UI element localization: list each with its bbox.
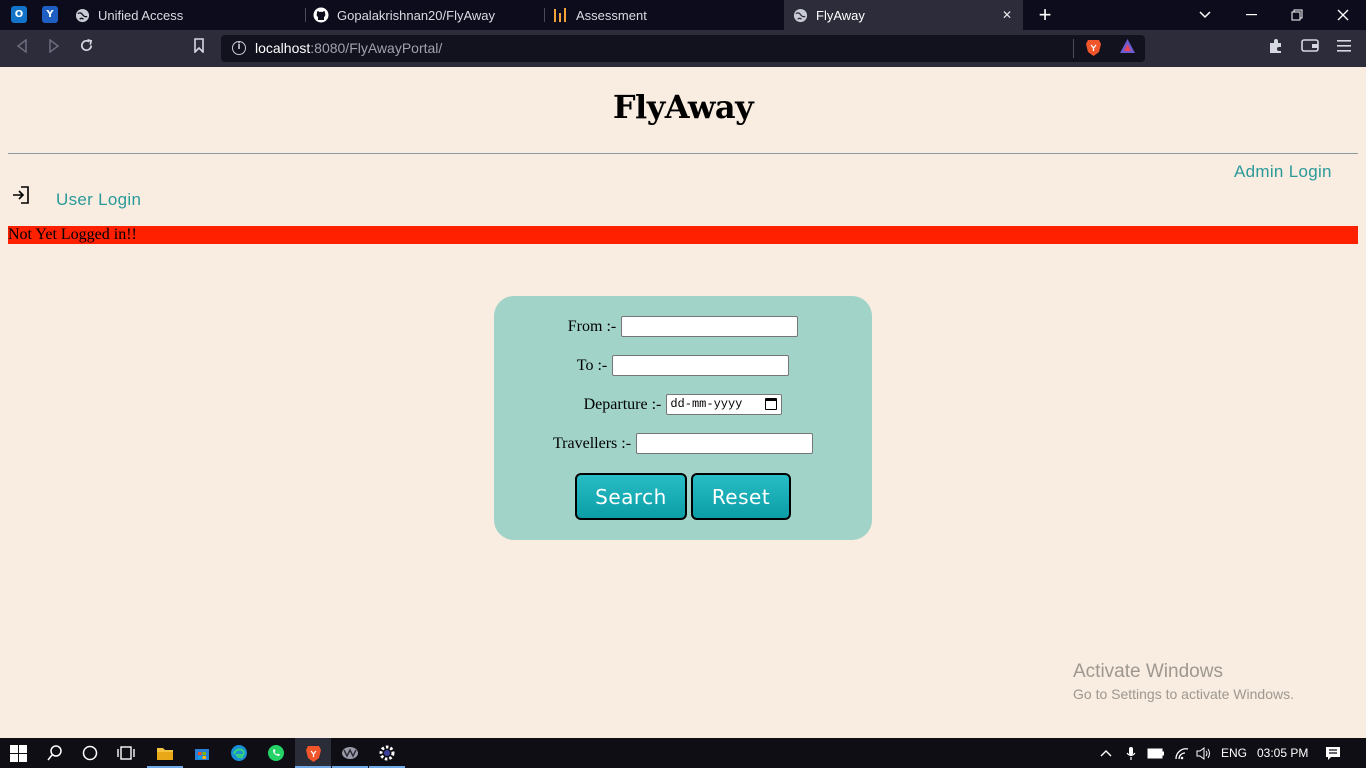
tab-separator <box>544 8 545 22</box>
cortana-icon[interactable] <box>80 743 100 763</box>
travellers-row: Travellers :- <box>494 433 872 454</box>
login-status-banner: Not Yet Logged in!! <box>8 226 1358 244</box>
close-tab-icon[interactable]: ✕ <box>999 7 1015 23</box>
url-divider <box>1073 39 1074 58</box>
admin-login-link[interactable]: Admin Login <box>1234 162 1332 182</box>
globe-icon <box>792 7 808 23</box>
brave-shields-icon[interactable] <box>1083 38 1103 58</box>
tab-title: Unified Access <box>98 7 184 23</box>
tab-search-chevron-down-icon[interactable] <box>1182 0 1228 30</box>
travellers-label: Travellers :- <box>552 434 632 452</box>
file-explorer-icon[interactable] <box>155 743 175 763</box>
close-window-button[interactable] <box>1320 0 1366 30</box>
brave-browser-icon[interactable] <box>303 743 323 763</box>
header-divider <box>8 153 1358 154</box>
watermark-subtitle: Go to Settings to activate Windows. <box>1073 686 1294 702</box>
departure-date-input[interactable]: dd-mm-yyyy <box>666 394 783 415</box>
to-label: To :- <box>576 356 608 374</box>
login-icon[interactable] <box>11 185 31 205</box>
search-button[interactable]: Search <box>575 473 687 520</box>
menu-icon[interactable] <box>1334 38 1354 58</box>
flight-search-form: From :- To :- Departure :- dd-mm-yyyy Tr… <box>494 296 872 540</box>
from-row: From :- <box>494 316 872 337</box>
yammer-icon[interactable]: Y <box>42 6 58 23</box>
tab-separator <box>305 8 306 22</box>
extensions-icon[interactable] <box>1266 38 1286 58</box>
tab-flyaway[interactable]: FlyAway ✕ <box>784 0 1023 30</box>
from-input[interactable] <box>621 316 799 337</box>
watermark-title: Activate Windows <box>1073 661 1223 682</box>
language-indicator[interactable]: ENG <box>1221 738 1247 768</box>
url-text[interactable]: localhost:8080/FlyAwayPortal/ <box>255 40 442 56</box>
tab-title: Assessment <box>576 7 647 23</box>
edge-icon[interactable] <box>229 743 249 763</box>
windows-start-icon[interactable] <box>8 743 28 763</box>
wallet-icon[interactable] <box>1300 38 1320 58</box>
forward-button[interactable] <box>44 38 64 58</box>
wifi-icon[interactable] <box>1174 738 1190 768</box>
browser-toolbar: i localhost:8080/FlyAwayPortal/ <box>0 30 1366 67</box>
tab-title: FlyAway <box>816 7 865 23</box>
eclipse-icon[interactable] <box>340 743 360 763</box>
clock[interactable]: 03:05 PM <box>1257 738 1308 768</box>
minimize-button[interactable] <box>1228 0 1274 30</box>
user-login-link[interactable]: User Login <box>56 190 141 210</box>
bookmark-icon[interactable] <box>189 38 209 58</box>
volume-icon[interactable] <box>1196 738 1212 768</box>
tray-chevron-up-icon[interactable] <box>1100 738 1112 768</box>
browser-tab-strip: O Y Unified Access Gopalakrishnan20/FlyA… <box>0 0 1366 30</box>
travellers-input[interactable] <box>636 433 814 454</box>
address-bar[interactable]: i localhost:8080/FlyAwayPortal/ <box>221 35 1145 62</box>
windows-taskbar: ENG 03:05 PM <box>0 738 1366 768</box>
to-input[interactable] <box>612 355 790 376</box>
github-icon <box>313 7 329 23</box>
search-icon[interactable] <box>45 743 65 763</box>
chart-icon <box>552 7 568 23</box>
tab-unified-access[interactable]: Unified Access <box>74 0 304 30</box>
outlook-icon[interactable]: O <box>11 6 27 23</box>
reload-button[interactable] <box>76 38 96 58</box>
activate-windows-watermark: Activate Windows Go to Settings to activ… <box>1073 661 1294 702</box>
notifications-icon[interactable] <box>1325 738 1341 768</box>
globe-icon <box>74 7 90 23</box>
new-tab-button[interactable]: + <box>1035 3 1055 27</box>
microphone-icon[interactable] <box>1126 738 1136 768</box>
to-row: To :- <box>494 355 872 376</box>
tab-title: Gopalakrishnan20/FlyAway <box>337 7 496 23</box>
date-placeholder: dd-mm-yyyy <box>670 397 743 411</box>
from-label: From :- <box>567 317 617 335</box>
departure-row: Departure :- dd-mm-yyyy <box>494 394 872 415</box>
whatsapp-icon[interactable] <box>266 743 286 763</box>
page-title: FlyAway <box>612 88 754 126</box>
battery-icon[interactable] <box>1147 738 1165 768</box>
restore-button[interactable] <box>1274 0 1320 30</box>
reset-button[interactable]: Reset <box>691 473 791 520</box>
tab-github[interactable]: Gopalakrishnan20/FlyAway <box>313 0 543 30</box>
brave-rewards-icon[interactable] <box>1117 38 1137 58</box>
calendar-icon[interactable] <box>765 398 778 410</box>
back-button[interactable] <box>12 38 32 58</box>
store-icon[interactable] <box>192 743 212 763</box>
task-view-icon[interactable] <box>116 743 136 763</box>
site-info-icon[interactable]: i <box>232 41 246 55</box>
tab-assessment[interactable]: Assessment <box>552 0 782 30</box>
departure-label: Departure :- <box>583 395 662 413</box>
settings-gear-icon[interactable] <box>377 743 397 763</box>
